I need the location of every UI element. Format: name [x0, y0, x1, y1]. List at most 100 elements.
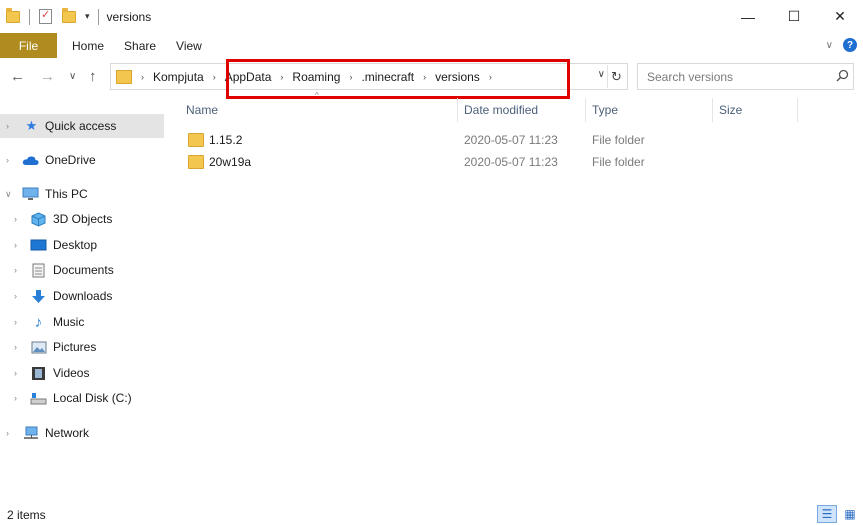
- sidebar-item-quick-access[interactable]: › ★ Quick access: [0, 114, 164, 138]
- tab-view[interactable]: View: [170, 33, 216, 58]
- sidebar-item-label: Documents: [53, 263, 114, 277]
- breadcrumb-separator: ›: [488, 71, 492, 82]
- breadcrumb-versions[interactable]: versions: [435, 70, 480, 84]
- column-divider[interactable]: [457, 98, 458, 122]
- properties-icon[interactable]: [39, 8, 52, 24]
- breadcrumb-roaming[interactable]: Roaming: [292, 70, 340, 84]
- file-date-modified: 2020-05-07 11:23: [464, 133, 558, 147]
- search-input[interactable]: Search versions: [638, 70, 831, 84]
- tab-share[interactable]: Share: [118, 33, 170, 58]
- sidebar-item-music[interactable]: › ♪ Music: [0, 310, 164, 334]
- large-icons-view-icon[interactable]: ▦: [840, 505, 860, 523]
- column-header-name[interactable]: Name: [186, 96, 456, 123]
- search-box[interactable]: Search versions: [637, 63, 854, 90]
- status-bar: 2 items ☰ ▦: [0, 503, 863, 525]
- expand-ribbon-icon[interactable]: ∨: [826, 40, 833, 51]
- refresh-icon[interactable]: ↻: [607, 65, 625, 88]
- sidebar-item-downloads[interactable]: › Downloads: [0, 284, 164, 308]
- file-name: 20w19a: [209, 155, 252, 169]
- expand-chevron-icon[interactable]: ›: [6, 121, 9, 131]
- breadcrumb-separator: ›: [423, 71, 427, 82]
- column-divider[interactable]: [797, 98, 798, 122]
- expand-chevron-icon[interactable]: ›: [14, 342, 17, 352]
- column-header-type[interactable]: Type: [592, 96, 707, 123]
- sidebar-item-label: Videos: [53, 366, 90, 380]
- expand-chevron-icon[interactable]: ›: [6, 428, 9, 438]
- sidebar-item-desktop[interactable]: › Desktop: [0, 233, 164, 257]
- file-type: File folder: [592, 155, 645, 169]
- sidebar-item-documents[interactable]: › Documents: [0, 258, 164, 282]
- column-header-size[interactable]: Size: [719, 96, 799, 123]
- address-dropdown-icon[interactable]: ∨: [598, 69, 605, 80]
- breadcrumb-separator: ›: [349, 71, 353, 82]
- back-arrow-icon[interactable]: ←: [10, 68, 25, 85]
- table-row[interactable]: 1.15.2 2020-05-07 11:23 File folder: [176, 129, 776, 151]
- folder-icon: [188, 133, 204, 147]
- customize-dropdown-icon[interactable]: ▾: [85, 11, 90, 22]
- forward-arrow-icon[interactable]: →: [40, 68, 55, 85]
- sidebar-item-3d-objects[interactable]: › 3D Objects: [0, 207, 164, 231]
- navigation-bar: ← → ∨ ↑ › Kompjuta › AppData › Roaming ›…: [0, 58, 863, 99]
- drive-icon: [30, 391, 47, 406]
- details-view-icon[interactable]: ☰: [817, 505, 837, 523]
- sidebar-item-label: Network: [45, 426, 90, 440]
- sidebar-item-label: Local Disk (C:): [53, 391, 132, 405]
- cloud-icon: [22, 153, 39, 168]
- quick-access-toolbar: ▾: [0, 0, 105, 33]
- file-name: 1.15.2: [209, 133, 243, 147]
- sidebar-item-onedrive[interactable]: › OneDrive: [0, 148, 164, 172]
- sidebar-item-pictures[interactable]: › Pictures: [0, 335, 164, 359]
- expand-chevron-icon[interactable]: ›: [14, 393, 17, 403]
- sidebar-item-label: 3D Objects: [53, 212, 113, 226]
- expand-chevron-icon[interactable]: ›: [14, 317, 17, 327]
- expand-chevron-icon[interactable]: ›: [14, 368, 17, 378]
- expand-chevron-icon[interactable]: ›: [6, 155, 9, 165]
- ribbon-right-controls: ∨ ?: [826, 38, 857, 52]
- column-header-date-modified[interactable]: Date modified: [464, 96, 584, 123]
- help-icon[interactable]: ?: [843, 38, 857, 52]
- window-title: versions: [106, 9, 152, 24]
- breadcrumb-minecraft[interactable]: .minecraft: [361, 70, 414, 84]
- tab-file[interactable]: File: [0, 33, 57, 58]
- tab-home[interactable]: Home: [57, 33, 118, 58]
- breadcrumb-kompjuta[interactable]: Kompjuta: [153, 70, 204, 84]
- address-bar[interactable]: › Kompjuta › AppData › Roaming › .minecr…: [110, 63, 628, 90]
- new-folder-icon[interactable]: [62, 7, 76, 23]
- table-row[interactable]: 20w19a 2020-05-07 11:23 File folder: [176, 151, 776, 173]
- expand-chevron-icon[interactable]: ›: [14, 265, 17, 275]
- sidebar-item-label: Pictures: [53, 340, 97, 354]
- window-controls: — ☐ ✕: [725, 0, 863, 33]
- collapse-chevron-icon[interactable]: ∨: [5, 189, 12, 200]
- maximize-button[interactable]: ☐: [771, 0, 817, 33]
- breadcrumb-appdata[interactable]: AppData: [225, 70, 272, 84]
- folder-icon[interactable]: [6, 7, 20, 23]
- close-button[interactable]: ✕: [817, 0, 863, 33]
- star-icon: ★: [25, 118, 38, 133]
- pictures-icon: [30, 340, 47, 355]
- up-arrow-icon[interactable]: ↑: [89, 68, 97, 85]
- ribbon-tabs: File Home Share View ∨ ?: [0, 33, 863, 58]
- cube-icon: [30, 211, 47, 227]
- column-divider[interactable]: [585, 98, 586, 122]
- expand-chevron-icon[interactable]: ›: [14, 240, 17, 250]
- recent-locations-icon[interactable]: ∨: [69, 71, 76, 82]
- search-icon[interactable]: [831, 69, 853, 85]
- folder-icon: [116, 69, 132, 84]
- navigation-pane: › ★ Quick access › OneDrive ∨ This PC › …: [0, 96, 164, 501]
- video-icon: [30, 366, 47, 381]
- file-type: File folder: [592, 133, 645, 147]
- music-icon: ♪: [34, 313, 43, 331]
- expand-chevron-icon[interactable]: ›: [14, 291, 17, 301]
- sidebar-item-network[interactable]: › Network: [0, 421, 164, 445]
- title-divider: [97, 8, 99, 25]
- minimize-button[interactable]: —: [725, 0, 771, 33]
- sidebar-item-this-pc[interactable]: ∨ This PC: [0, 182, 164, 206]
- column-divider[interactable]: [712, 98, 713, 122]
- file-list: ^ Name Date modified Type Size 1.15.2 20…: [176, 91, 863, 501]
- network-icon: [22, 426, 39, 441]
- sidebar-item-local-disk[interactable]: › Local Disk (C:): [0, 386, 164, 410]
- sidebar-item-videos[interactable]: › Videos: [0, 361, 164, 385]
- breadcrumb-separator: ›: [141, 71, 144, 82]
- expand-chevron-icon[interactable]: ›: [14, 214, 17, 224]
- folder-icon: [188, 155, 204, 169]
